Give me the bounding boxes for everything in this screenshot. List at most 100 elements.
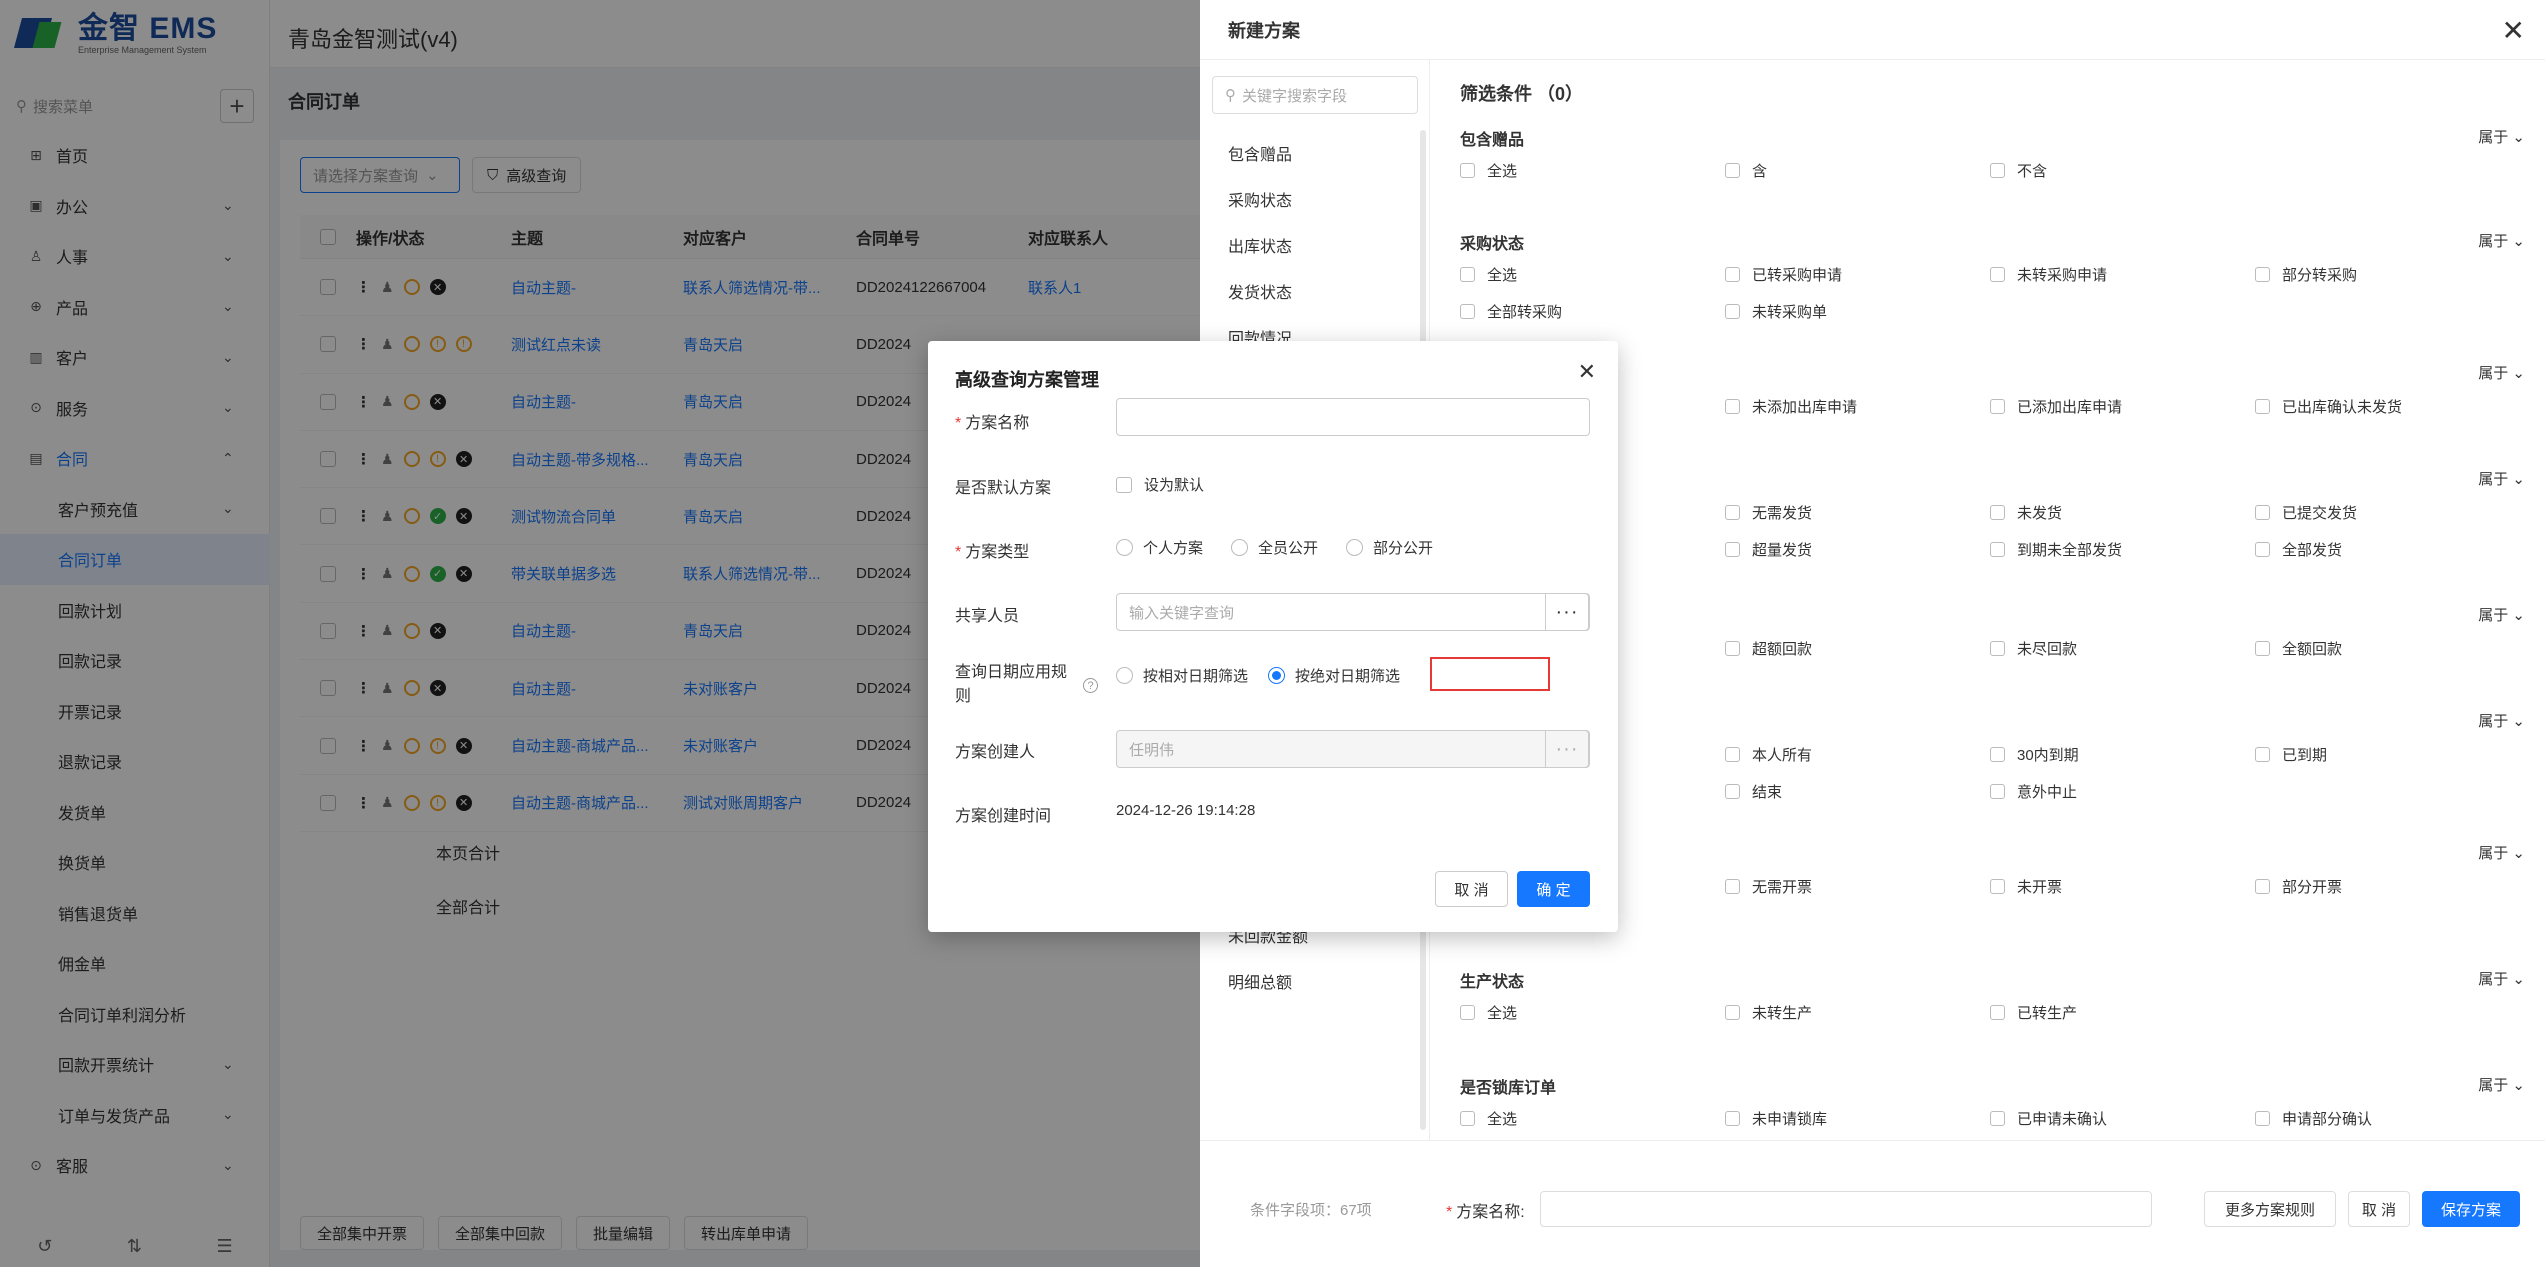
- field-list-item[interactable]: 包含赠品: [1228, 130, 1324, 176]
- field-list-item[interactable]: 采购状态: [1228, 176, 1324, 222]
- checkbox[interactable]: [1725, 399, 1740, 414]
- condition-option[interactable]: 全额回款: [2255, 638, 2520, 659]
- relation-select[interactable]: 属于 ⌄: [2478, 230, 2525, 251]
- checkbox[interactable]: [1460, 267, 1475, 282]
- radio-public[interactable]: 全员公开: [1231, 537, 1318, 558]
- checkbox[interactable]: [2255, 747, 2270, 762]
- save-scheme-button[interactable]: 保存方案: [2422, 1191, 2520, 1227]
- relation-select[interactable]: 属于 ⌄: [2478, 126, 2525, 147]
- condition-option[interactable]: 无需发货: [1725, 502, 1990, 523]
- scheme-name-field[interactable]: [1116, 398, 1590, 436]
- condition-option[interactable]: 未转生产: [1725, 1002, 1990, 1023]
- condition-option[interactable]: 已添加出库申请: [1990, 396, 2255, 417]
- checkbox[interactable]: [1990, 1111, 2005, 1126]
- checkbox[interactable]: [1990, 542, 2005, 557]
- condition-option[interactable]: 无需开票: [1725, 876, 1990, 897]
- relation-select[interactable]: 属于 ⌄: [2478, 468, 2525, 489]
- checkbox[interactable]: [1725, 267, 1740, 282]
- relation-select[interactable]: 属于 ⌄: [2478, 968, 2525, 989]
- condition-option[interactable]: 部分转采购: [2255, 264, 2520, 285]
- condition-option[interactable]: 已到期: [2255, 744, 2520, 765]
- close-icon[interactable]: ✕: [1578, 359, 1596, 385]
- help-icon[interactable]: ?: [1083, 678, 1098, 693]
- checkbox[interactable]: [1725, 747, 1740, 762]
- checkbox[interactable]: [2255, 879, 2270, 894]
- relation-select[interactable]: 属于 ⌄: [2478, 710, 2525, 731]
- field-list-item[interactable]: 发货状态: [1228, 268, 1324, 314]
- checkbox[interactable]: [1725, 1111, 1740, 1126]
- checkbox[interactable]: [1990, 163, 2005, 178]
- condition-option[interactable]: 全选: [1460, 160, 1725, 181]
- condition-option[interactable]: 未转采购单: [1725, 301, 1990, 322]
- checkbox[interactable]: [2255, 505, 2270, 520]
- condition-option[interactable]: 到期未全部发货: [1990, 539, 2255, 560]
- checkbox[interactable]: [1725, 879, 1740, 894]
- checkbox[interactable]: [1725, 505, 1740, 520]
- condition-option[interactable]: 已申请未确认: [1990, 1108, 2255, 1129]
- checkbox[interactable]: [2255, 542, 2270, 557]
- field-list-item[interactable]: 出库状态: [1228, 222, 1324, 268]
- checkbox[interactable]: [1460, 1005, 1475, 1020]
- checkbox[interactable]: [1990, 1005, 2005, 1020]
- checkbox[interactable]: [1990, 747, 2005, 762]
- checkbox[interactable]: [1725, 784, 1740, 799]
- checkbox[interactable]: [1725, 163, 1740, 178]
- set-default-checkbox[interactable]: 设为默认: [1116, 474, 1204, 495]
- condition-option[interactable]: 超量发货: [1725, 539, 1990, 560]
- condition-option[interactable]: 未转采购申请: [1990, 264, 2255, 285]
- scheme-name-input[interactable]: [1540, 1191, 2152, 1227]
- condition-option[interactable]: 已转生产: [1990, 1002, 2255, 1023]
- condition-option[interactable]: 全部转采购: [1460, 301, 1725, 322]
- condition-option[interactable]: 全选: [1460, 1108, 1725, 1129]
- checkbox[interactable]: [1990, 784, 2005, 799]
- checkbox[interactable]: [2255, 267, 2270, 282]
- share-members-input[interactable]: 输入关键字查询 ···: [1116, 593, 1590, 631]
- radio-circle[interactable]: [1116, 667, 1133, 684]
- condition-option[interactable]: 30内到期: [1990, 744, 2255, 765]
- checkbox[interactable]: [1460, 304, 1475, 319]
- checkbox[interactable]: [1990, 399, 2005, 414]
- checkbox[interactable]: [1725, 542, 1740, 557]
- condition-option[interactable]: 未尽回款: [1990, 638, 2255, 659]
- condition-option[interactable]: 未申请锁库: [1725, 1108, 1990, 1129]
- condition-option[interactable]: 超额回款: [1725, 638, 1990, 659]
- radio-personal[interactable]: 个人方案: [1116, 537, 1203, 558]
- radio-circle[interactable]: [1346, 539, 1364, 556]
- checkbox[interactable]: [1990, 505, 2005, 520]
- close-icon[interactable]: ✕: [2502, 14, 2525, 47]
- condition-option[interactable]: 已转采购申请: [1725, 264, 1990, 285]
- drawer-cancel-button[interactable]: 取 消: [2348, 1191, 2410, 1227]
- radio-relative-date[interactable]: 按相对日期筛选: [1116, 665, 1248, 686]
- checkbox[interactable]: [2255, 1111, 2270, 1126]
- condition-option[interactable]: 申请部分确认: [2255, 1108, 2520, 1129]
- field-list-item[interactable]: 明细总额: [1228, 958, 1324, 1004]
- condition-option[interactable]: 已出库确认未发货: [2255, 396, 2520, 417]
- checkbox[interactable]: [1725, 1005, 1740, 1020]
- more-icon[interactable]: ···: [1545, 593, 1589, 631]
- radio-absolute-date[interactable]: 按绝对日期筛选: [1268, 665, 1400, 686]
- condition-option[interactable]: 未开票: [1990, 876, 2255, 897]
- condition-option[interactable]: 结束: [1725, 781, 1990, 802]
- relation-select[interactable]: 属于 ⌄: [2478, 842, 2525, 863]
- radio-circle[interactable]: [1116, 539, 1133, 556]
- condition-option[interactable]: 本人所有: [1725, 744, 1990, 765]
- condition-option[interactable]: 不含: [1990, 160, 2255, 181]
- checkbox[interactable]: [1725, 641, 1740, 656]
- field-search-input[interactable]: ⚲ 关键字搜索字段: [1212, 76, 1418, 114]
- relation-select[interactable]: 属于 ⌄: [2478, 1074, 2525, 1095]
- condition-option[interactable]: 全选: [1460, 1002, 1725, 1023]
- radio-partial[interactable]: 部分公开: [1346, 537, 1433, 558]
- condition-option[interactable]: 含: [1725, 160, 1990, 181]
- checkbox[interactable]: [1116, 476, 1132, 493]
- checkbox[interactable]: [1990, 267, 2005, 282]
- modal-confirm-button[interactable]: 确 定: [1517, 871, 1590, 907]
- checkbox[interactable]: [1990, 641, 2005, 656]
- checkbox[interactable]: [1725, 304, 1740, 319]
- checkbox[interactable]: [1460, 163, 1475, 178]
- radio-circle-selected[interactable]: [1268, 667, 1286, 684]
- checkbox[interactable]: [2255, 399, 2270, 414]
- more-rules-button[interactable]: 更多方案规则: [2204, 1191, 2336, 1227]
- condition-option[interactable]: 未添加出库申请: [1725, 396, 1990, 417]
- condition-option[interactable]: 全部发货: [2255, 539, 2520, 560]
- checkbox[interactable]: [2255, 641, 2270, 656]
